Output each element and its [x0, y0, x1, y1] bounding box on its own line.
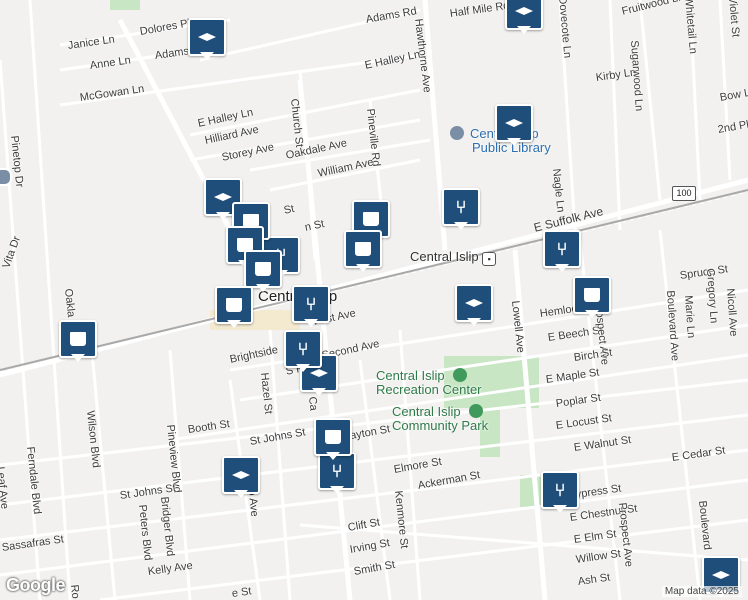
shopping-bag-icon [584, 288, 600, 302]
shopping-bag-icon [70, 332, 86, 346]
library-icon [450, 126, 464, 140]
street-label: Ro [68, 584, 82, 600]
shopping-marker[interactable] [573, 276, 611, 320]
school-marker[interactable] [222, 456, 260, 500]
park-icon [468, 404, 483, 418]
fork-knife-icon: ⑂ [554, 480, 566, 500]
shopping-bag-icon [255, 262, 271, 276]
map-canvas[interactable]: 100 Adams Rd Half Mile Rd Hawthorne Ave … [0, 0, 748, 600]
recreation-center-label[interactable]: Central Islip Recreation Center [376, 368, 482, 397]
fork-knife-icon: ⑂ [455, 197, 467, 217]
restaurant-marker[interactable]: ⑂ [442, 188, 480, 232]
train-icon: ▪ [482, 252, 497, 266]
school-marker[interactable] [495, 104, 533, 148]
restaurant-marker[interactable]: ⑂ [543, 230, 581, 274]
restaurant-marker[interactable]: ⑂ [541, 471, 579, 515]
shopping-marker[interactable] [344, 230, 382, 274]
graduation-cap-icon [465, 299, 483, 307]
community-park-label[interactable]: Central Islip Community Park [392, 404, 488, 433]
graduation-cap-icon [198, 33, 216, 41]
location-pin-icon [0, 168, 12, 186]
school-marker[interactable] [505, 0, 543, 36]
shopping-bag-icon [325, 430, 341, 444]
graduation-cap-icon [214, 193, 232, 201]
recreation-icon [452, 368, 467, 382]
graduation-cap-icon [232, 471, 250, 479]
fork-knife-icon: ⑂ [297, 339, 309, 359]
google-logo: Google [6, 575, 66, 595]
graduation-cap-icon [505, 119, 523, 127]
shopping-bag-icon [355, 242, 371, 256]
map-attribution[interactable]: Map data ©2025 [661, 586, 742, 597]
school-marker[interactable] [188, 18, 226, 62]
street-label: Ca [306, 396, 320, 412]
shopping-marker[interactable] [314, 418, 352, 462]
graduation-cap-icon [515, 7, 533, 15]
shopping-marker[interactable] [59, 320, 97, 364]
fork-knife-icon: ⑂ [305, 294, 317, 314]
shopping-bag-icon [226, 298, 242, 312]
route-100-shield: 100 [672, 186, 696, 201]
station-label[interactable]: Central Islip ▪ [410, 250, 497, 266]
fork-knife-icon: ⑂ [331, 461, 343, 481]
shopping-marker[interactable] [215, 286, 253, 330]
school-marker[interactable] [455, 284, 493, 328]
shopping-bag-icon [363, 212, 379, 226]
restaurant-marker[interactable]: ⑂ [284, 330, 322, 374]
restaurant-marker[interactable]: ⑂ [292, 285, 330, 329]
graduation-cap-icon [712, 571, 730, 579]
street-label: St [282, 202, 296, 217]
fork-knife-icon: ⑂ [556, 239, 568, 259]
